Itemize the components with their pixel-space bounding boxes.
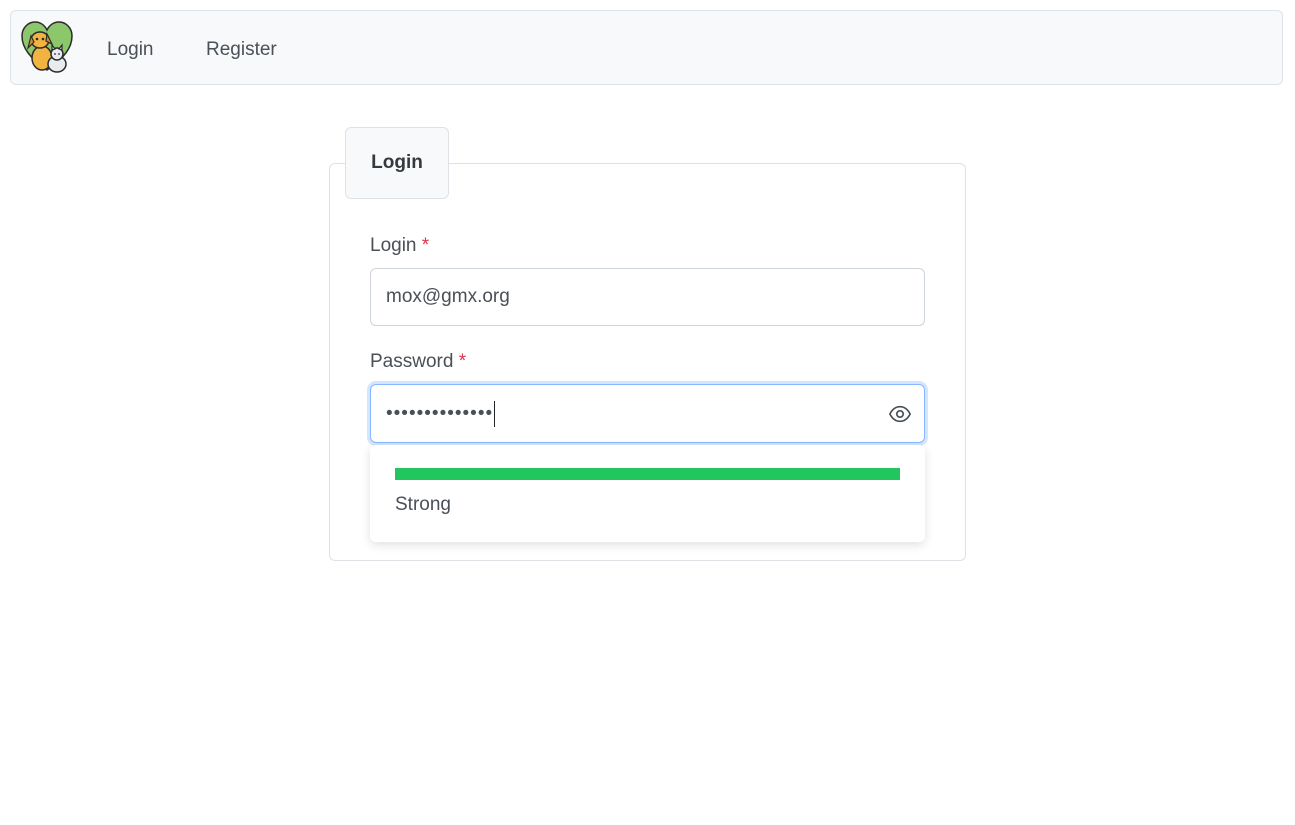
- login-label: Login *: [370, 234, 429, 258]
- nav-link-login[interactable]: Login: [107, 38, 154, 62]
- login-label-text: Login: [370, 235, 417, 256]
- nav-link-register[interactable]: Register: [206, 38, 277, 62]
- text-caret: [494, 400, 496, 427]
- dog-cat-logo-icon[interactable]: [20, 20, 74, 74]
- top-navbar: Login Register: [10, 10, 1283, 85]
- required-marker: *: [421, 235, 430, 256]
- login-input-value: mox@gmx.org: [386, 286, 510, 307]
- eye-icon[interactable]: [889, 404, 911, 424]
- strength-meter: [395, 468, 900, 480]
- login-legend: Login: [345, 127, 449, 199]
- login-input[interactable]: mox@gmx.org: [370, 268, 925, 326]
- password-strength-panel: Strong: [370, 445, 925, 542]
- password-label: Password *: [370, 350, 466, 374]
- password-input[interactable]: ••••••••••••••: [370, 384, 925, 443]
- password-label-text: Password: [370, 351, 454, 372]
- strength-meter-fill: [395, 468, 900, 480]
- required-marker: *: [458, 351, 467, 372]
- password-input-value: ••••••••••••••: [386, 402, 494, 424]
- strength-label: Strong: [395, 494, 451, 515]
